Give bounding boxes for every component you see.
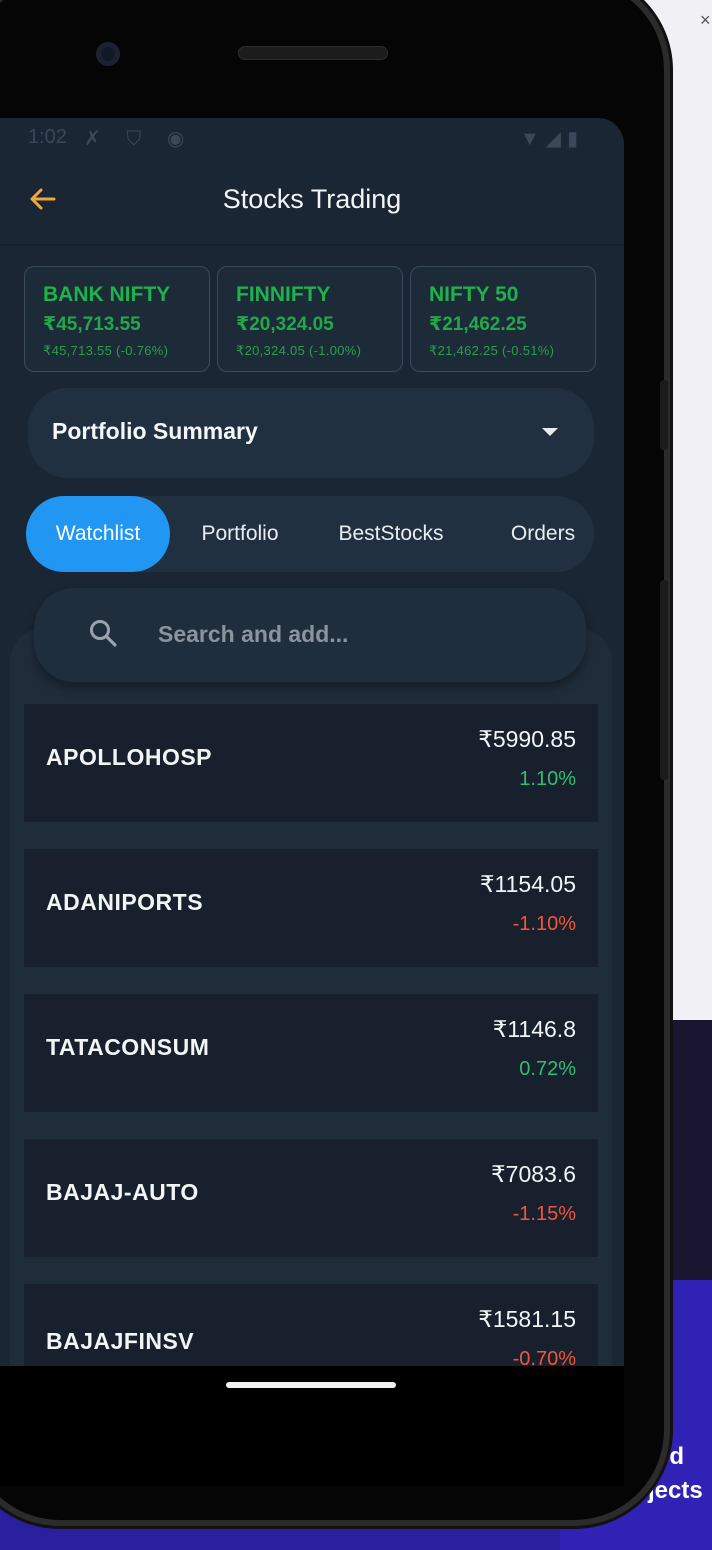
tab-beststocks[interactable]: BestStocks [316, 496, 466, 572]
stock-change: 1.10% [519, 768, 576, 790]
stock-price: ₹5990.85 [478, 726, 576, 752]
home-indicator[interactable] [226, 1382, 396, 1388]
tab-orders[interactable]: Orders [480, 496, 606, 572]
search-bar[interactable] [34, 588, 586, 682]
index-card-nifty-50[interactable]: NIFTY 50 ₹21,462.25 ₹21,462.25 (-0.51%) [410, 266, 596, 372]
status-bar: 1:02 ✗ ⛉ ◉ ▼◢▮ [0, 118, 624, 158]
tab-bar: Watchlist Portfolio BestStocks Orders [26, 496, 594, 572]
index-change: ₹45,713.55 (-0.76%) [43, 343, 169, 358]
index-price: ₹20,324.05 [236, 314, 334, 335]
earpiece-speaker [238, 46, 388, 60]
tab-watchlist[interactable]: Watchlist [26, 496, 170, 572]
app-screen: 1:02 ✗ ⛉ ◉ ▼◢▮ Stocks Trading BANK NIFTY… [0, 118, 624, 1366]
stock-price: ₹1146.8 [492, 1016, 576, 1042]
portfolio-summary-dropdown[interactable]: Portfolio Summary [28, 388, 594, 478]
stock-symbol: BAJAJ-AUTO [46, 1179, 199, 1205]
index-name: BANK NIFTY [43, 283, 171, 306]
background-close-icon: × [700, 10, 711, 30]
stock-row-adaniports[interactable]: ADANIPORTS ₹1154.05 -1.10% [24, 849, 598, 967]
search-icon [88, 618, 118, 648]
stock-price: ₹7083.6 [491, 1161, 576, 1187]
app-bar-divider [0, 244, 624, 246]
stock-row-bajaj-auto[interactable]: BAJAJ-AUTO ₹7083.6 -1.15% [24, 1139, 598, 1257]
stock-symbol: TATACONSUM [46, 1034, 210, 1060]
index-card-bank-nifty[interactable]: BANK NIFTY ₹45,713.55 ₹45,713.55 (-0.76%… [24, 266, 210, 372]
stock-change: -1.10% [512, 913, 576, 935]
index-name: NIFTY 50 [429, 283, 519, 306]
index-name: FINNIFTY [236, 283, 331, 306]
stock-row-tataconsum[interactable]: TATACONSUM ₹1146.8 0.72% [24, 994, 598, 1112]
phone-side-button [660, 380, 668, 450]
stock-price: ₹1581.15 [478, 1306, 576, 1332]
stock-row-bajajfinsv[interactable]: BAJAJFINSV ₹1581.15 -0.70% [24, 1284, 598, 1366]
status-signal-battery-icons: ▼◢▮ [519, 128, 584, 150]
index-change: ₹20,324.05 (-1.00%) [236, 343, 362, 358]
app-bar: Stocks Trading [0, 170, 624, 240]
index-card-finnifty[interactable]: FINNIFTY ₹20,324.05 ₹20,324.05 (-1.00%) [217, 266, 403, 372]
stock-change: 0.72% [519, 1058, 576, 1080]
stock-change: -1.15% [512, 1203, 576, 1225]
stock-symbol: APOLLOHOSP [46, 744, 213, 770]
status-time: 1:02 [28, 126, 67, 148]
phone-volume-button [660, 580, 668, 780]
stock-price: ₹1154.05 [479, 871, 576, 897]
stock-change: -0.70% [512, 1348, 576, 1366]
page-title: Stocks Trading [222, 184, 402, 214]
index-price: ₹21,462.25 [429, 314, 527, 335]
tab-portfolio[interactable]: Portfolio [174, 496, 306, 572]
status-notification-icons: ✗ ⛉ ◉ [84, 128, 195, 150]
index-price: ₹45,713.55 [43, 314, 141, 335]
caret-down-icon [542, 428, 558, 436]
portfolio-summary-label: Portfolio Summary [52, 418, 258, 444]
stock-symbol: ADANIPORTS [46, 889, 204, 915]
index-change: ₹21,462.25 (-0.51%) [429, 343, 555, 358]
stock-row-apollohosp[interactable]: APOLLOHOSP ₹5990.85 1.10% [24, 704, 598, 822]
stock-symbol: BAJAJFINSV [46, 1328, 195, 1354]
front-camera [96, 42, 120, 66]
search-input[interactable] [158, 616, 538, 652]
